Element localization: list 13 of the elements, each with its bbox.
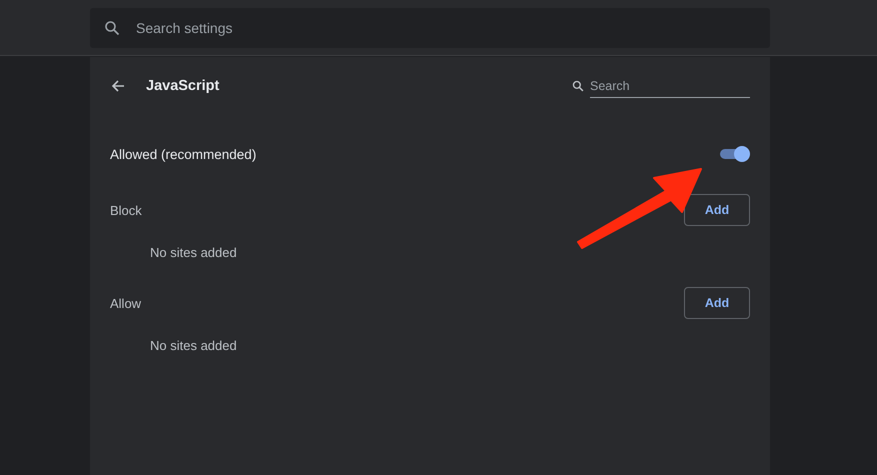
search-icon — [572, 80, 584, 92]
page-title: JavaScript — [146, 78, 220, 94]
empty-message: No sites added — [149, 337, 238, 355]
section-title: Block — [110, 202, 142, 218]
setting-label: Allowed (recommended) — [110, 146, 256, 162]
add-button[interactable]: Add — [684, 287, 750, 319]
empty-message: No sites added — [149, 244, 238, 262]
search-icon — [104, 20, 120, 36]
section-title: Allow — [110, 296, 142, 310]
search-field[interactable]: Search — [590, 74, 750, 98]
back-icon[interactable] — [110, 78, 126, 94]
toggle-switch[interactable] — [718, 146, 750, 162]
search-settings-field[interactable]: Search settings — [90, 8, 770, 48]
